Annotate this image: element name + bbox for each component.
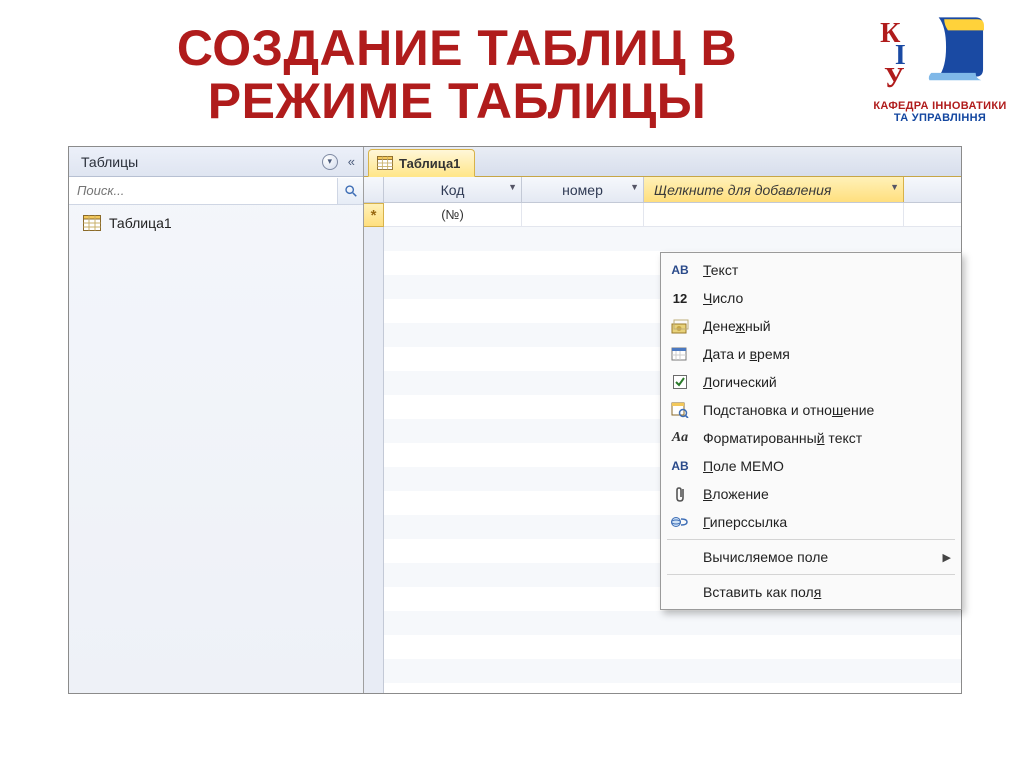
menu-item-paste-as-fields[interactable]: Вставить как поля [663,578,959,606]
nav-item-table1[interactable]: Таблица1 [73,211,359,235]
logo-letter-u: У [884,63,905,94]
tab-strip: Таблица1 [364,147,961,177]
logo-subtitle-1: КАФЕДРА ІННОВАТИКИ [870,100,1010,112]
tab-table1[interactable]: Таблица1 [368,149,475,177]
new-row-marker: * [364,203,384,227]
menu-item-label: Логический [703,374,777,390]
menu-item-icon: AB [667,259,693,281]
field-type-menu: AB Текст 12 Число Денежный Дата и время Логиче… [660,252,962,610]
nav-filter-icon[interactable]: ▾ [322,154,338,170]
cell-number[interactable] [522,203,644,226]
column-header-label: Щелкните для добавления [654,182,831,198]
menu-item-icon: AB [667,455,693,477]
nav-pane-title: Таблицы [81,154,138,170]
menu-item[interactable]: 12 Число [663,284,959,312]
column-header-label: номер [562,182,603,198]
menu-item-label: Форматированный текст [703,430,862,446]
menu-item-label: Текст [703,262,738,278]
column-header-number[interactable]: номер ▼ [522,177,644,202]
menu-item-icon [667,399,693,421]
cell-add [644,203,904,226]
cell-code[interactable]: (№) [384,203,522,226]
nav-search-row [69,177,363,205]
table-row[interactable]: (№) [384,203,961,227]
logo-subtitle-2: ТА УПРАВЛІННЯ [870,112,1010,124]
search-input[interactable] [69,178,337,204]
menu-item[interactable]: Подстановка и отношение [663,396,959,424]
menu-item-icon [667,511,693,533]
menu-item-label: Вычисляемое поле [703,549,828,565]
datasheet-area: Таблица1 Код ▼ номер ▼ [364,147,961,693]
submenu-arrow-icon: ▶ [943,551,951,564]
menu-separator [667,539,955,540]
menu-item[interactable]: Aa Форматированный текст [663,424,959,452]
menu-item[interactable]: AB Текст [663,256,959,284]
menu-item-label: Число [703,290,743,306]
column-header-code[interactable]: Код ▼ [384,177,522,202]
nav-item-label: Таблица1 [109,215,172,231]
menu-item-icon: 12 [667,287,693,309]
university-logo: К І У КАФЕДРА ІННОВАТИКИ ТА УПРАВЛІННЯ [870,6,1010,124]
menu-item[interactable]: Дата и время [663,340,959,368]
menu-item-icon [667,315,693,337]
nav-pane-header[interactable]: Таблицы ▾ « [69,147,363,177]
menu-item-icon [667,371,693,393]
menu-item-icon [667,483,693,505]
row-header-gutter [364,177,384,693]
menu-item-label: Вложение [703,486,769,502]
menu-item[interactable]: Вложение [663,480,959,508]
column-header-add-field[interactable]: Щелкните для добавления ▼ [644,177,904,202]
table-icon [377,156,393,170]
column-headers: Код ▼ номер ▼ Щелкните для добавления ▼ [384,177,961,203]
column-header-label: Код [441,182,465,198]
nav-collapse-icon[interactable]: « [346,154,357,169]
menu-separator [667,574,955,575]
menu-item-label: Поле МЕМО [703,458,784,474]
menu-item-label: Дата и время [703,346,790,362]
menu-item-calculated[interactable]: Вычисляемое поле ▶ [663,543,959,571]
navigation-pane: Таблицы ▾ « [69,147,364,693]
table-icon [83,215,101,231]
nav-object-list: Таблица1 [69,205,363,693]
tab-label: Таблица1 [399,156,460,171]
menu-item-icon [667,343,693,365]
menu-item[interactable]: AB Поле МЕМО [663,452,959,480]
menu-item-label: Гиперссылка [703,514,787,530]
chevron-down-icon[interactable]: ▼ [508,182,517,192]
chevron-down-icon[interactable]: ▼ [630,182,639,192]
access-window: Таблицы ▾ « [68,146,962,694]
menu-item-icon: Aa [667,427,693,449]
menu-item[interactable]: Гиперссылка [663,508,959,536]
menu-item-label: Денежный [703,318,771,334]
menu-item-label: Подстановка и отношение [703,402,874,418]
chevron-down-icon[interactable]: ▼ [890,182,899,192]
search-icon[interactable] [337,178,363,204]
menu-item[interactable]: Денежный [663,312,959,340]
menu-item[interactable]: Логический [663,368,959,396]
menu-item-label: Вставить как поля [703,584,821,600]
